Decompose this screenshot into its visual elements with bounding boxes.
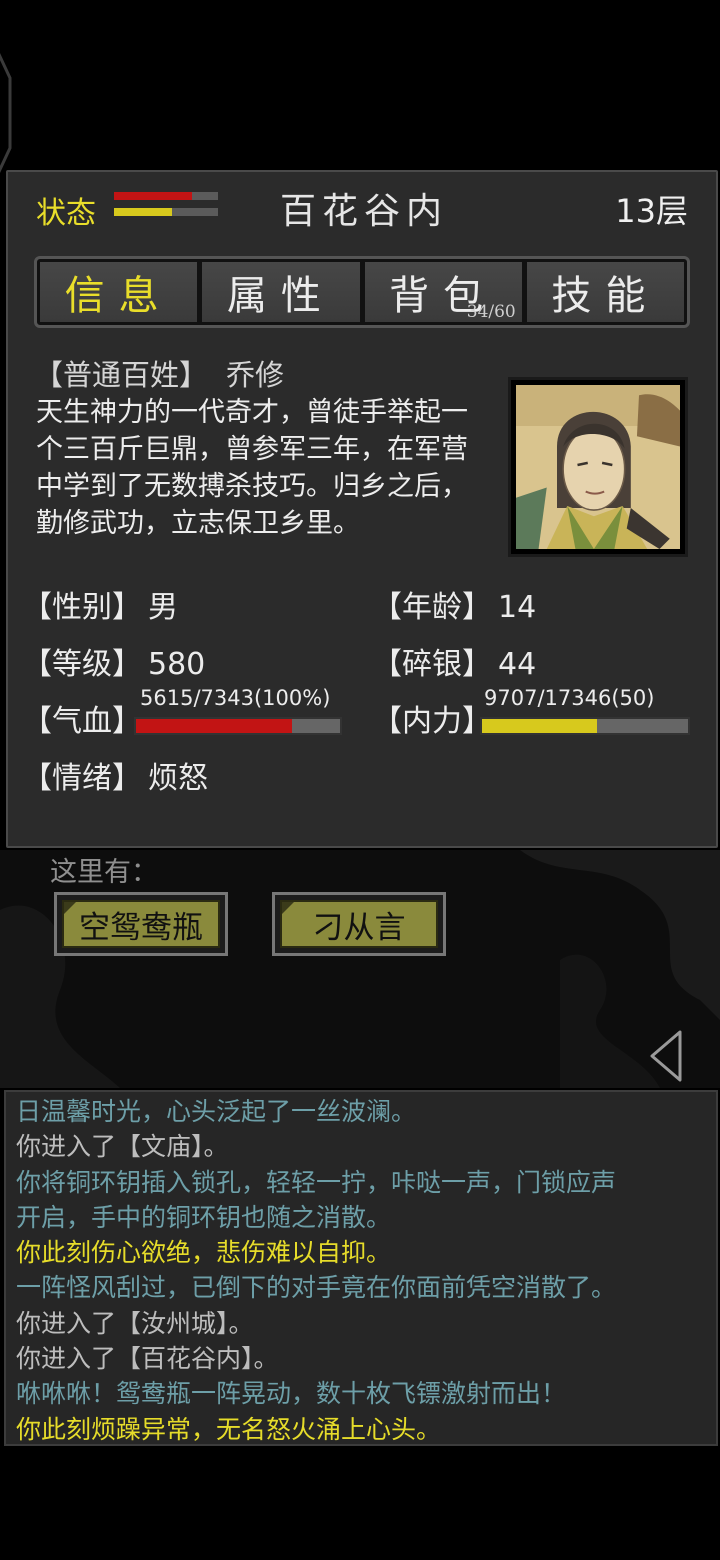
item-button-vase-face: 空鸳鸯瓶 xyxy=(62,900,220,948)
mp-gauge xyxy=(480,717,690,735)
stat-age: 【年龄】 14 xyxy=(372,582,536,626)
tab-attributes[interactable]: 属性 xyxy=(202,262,360,322)
hp-gauge-fill xyxy=(136,719,293,733)
tab-info[interactable]: 信息 xyxy=(40,262,198,322)
stat-age-label: 【年龄】 xyxy=(372,590,492,625)
mp-gauge-fill xyxy=(482,719,598,733)
item-vase-label: 空鸳鸯瓶 xyxy=(79,909,203,946)
log-line: 你进入了【文庙】。 xyxy=(16,1132,229,1162)
description-line: 个三百斤巨鼎，曾参军三年，在军营 xyxy=(36,434,468,465)
tab-skills-label: 技能 xyxy=(551,273,660,319)
stat-gender-label: 【性别】 xyxy=(22,590,142,625)
stat-silver-label: 【碎银】 xyxy=(372,647,492,682)
game-screen: 状态 百花谷内 13层 信息 属性 背包 34/60 技能 【普通百姓】 乔修 天生… xyxy=(0,0,720,1560)
description-line: 天生神力的一代奇才，曾徒手举起一 xyxy=(36,397,468,428)
here-label: 这里有： xyxy=(50,857,158,888)
character-name-line: 【普通百姓】 乔修 xyxy=(34,352,284,394)
portrait-illustration-icon xyxy=(516,385,680,549)
stat-level-value: 580 xyxy=(148,647,206,682)
stat-mp-value: 9707/17346(50) xyxy=(484,686,655,710)
stat-gender: 【性别】男 xyxy=(22,582,178,626)
log-line: 你此刻伤心欲绝，悲伤难以自抑。 xyxy=(16,1238,392,1268)
tab-info-label: 信息 xyxy=(64,273,173,319)
description-line: 中学到了无数搏杀技巧。归乡之后， xyxy=(36,471,468,502)
item-npc-label: 刁从言 xyxy=(312,909,406,946)
stat-mood: 【情绪】 烦怒 xyxy=(22,753,208,797)
stat-mood-label: 【情绪】 xyxy=(22,761,142,796)
description-line: 勤修武功，立志保卫乡里。 xyxy=(36,508,360,539)
floor-indicator: 13层 xyxy=(615,192,688,230)
edge-ornament-icon xyxy=(0,53,12,173)
item-button-vase[interactable]: 空鸳鸯瓶 xyxy=(54,892,228,956)
log-line: 你进入了【百花谷内】。 xyxy=(16,1344,279,1374)
character-name: 乔修 xyxy=(226,358,285,392)
character-description: 天生神力的一代奇才，曾徒手举起一 个三百斤巨鼎，曾参军三年，在军营 中学到了无数… xyxy=(36,394,496,542)
stat-hp-value: 5615/7343(100%) xyxy=(140,686,331,710)
location-title: 百花谷内 xyxy=(279,191,448,232)
log-line: 你进入了【汝州城】。 xyxy=(16,1308,254,1338)
stat-age-value: 14 xyxy=(498,590,537,625)
triangle-left-icon[interactable] xyxy=(648,1030,684,1082)
status-label[interactable]: 状态 xyxy=(36,188,96,232)
stat-level-label: 【等级】 xyxy=(22,647,142,682)
log-line: 咻咻咻！鸳鸯瓶一阵晃动，数十枚飞镖激射而出！ xyxy=(16,1379,567,1409)
character-title: 【普通百姓】 xyxy=(34,358,209,392)
log-line: 你此刻烦躁异常，无名怒火涌上心头。 xyxy=(16,1414,442,1444)
inventory-count: 34/60 xyxy=(466,302,516,322)
message-log[interactable]: 日温馨时光，心头泛起了一丝波澜。 你进入了【文庙】。 你将铜环钥插入锁孔，轻轻一… xyxy=(4,1090,718,1446)
log-line: 你将铜环钥插入锁孔，轻轻一拧，咔哒一声，门锁应声 xyxy=(16,1167,617,1197)
corner-icon xyxy=(282,902,294,914)
status-hp-minibar-fill xyxy=(114,192,192,200)
tab-skills[interactable]: 技能 xyxy=(526,262,684,322)
stat-mp-label: 【内力】 xyxy=(372,704,492,739)
stat-level: 【等级】 580 xyxy=(22,639,205,683)
tab-bar: 信息 属性 背包 34/60 技能 xyxy=(34,256,690,328)
stat-silver-value: 44 xyxy=(498,647,537,682)
character-portrait[interactable] xyxy=(508,377,688,557)
corner-icon xyxy=(64,902,76,914)
log-line: 开启，手中的铜环钥也随之消散。 xyxy=(16,1202,392,1232)
status-hp-minibar xyxy=(114,192,218,200)
log-line: 一阵怪风刮过，已倒下的对手竟在你面前凭空消散了。 xyxy=(16,1273,617,1303)
hp-gauge xyxy=(134,717,342,735)
tab-inventory[interactable]: 背包 34/60 xyxy=(364,262,522,322)
item-button-npc-face: 刁从言 xyxy=(280,900,438,948)
stat-gender-value: 男 xyxy=(148,590,178,625)
log-line: 日温馨时光，心头泛起了一丝波澜。 xyxy=(16,1097,417,1126)
status-mp-minibar-fill xyxy=(114,208,173,216)
status-mp-minibar xyxy=(114,208,218,216)
tab-attributes-label: 属性 xyxy=(226,273,335,319)
stat-mood-value: 烦怒 xyxy=(148,761,208,796)
stat-hp-label: 【气血】 xyxy=(22,704,142,739)
item-button-npc[interactable]: 刁从言 xyxy=(272,892,446,956)
stat-silver: 【碎银】 44 xyxy=(372,639,536,683)
character-panel: 状态 百花谷内 13层 信息 属性 背包 34/60 技能 【普通百姓】 乔修 天生… xyxy=(6,170,718,848)
scene-area: 这里有： 空鸳鸯瓶 刁从言 xyxy=(0,850,720,1088)
